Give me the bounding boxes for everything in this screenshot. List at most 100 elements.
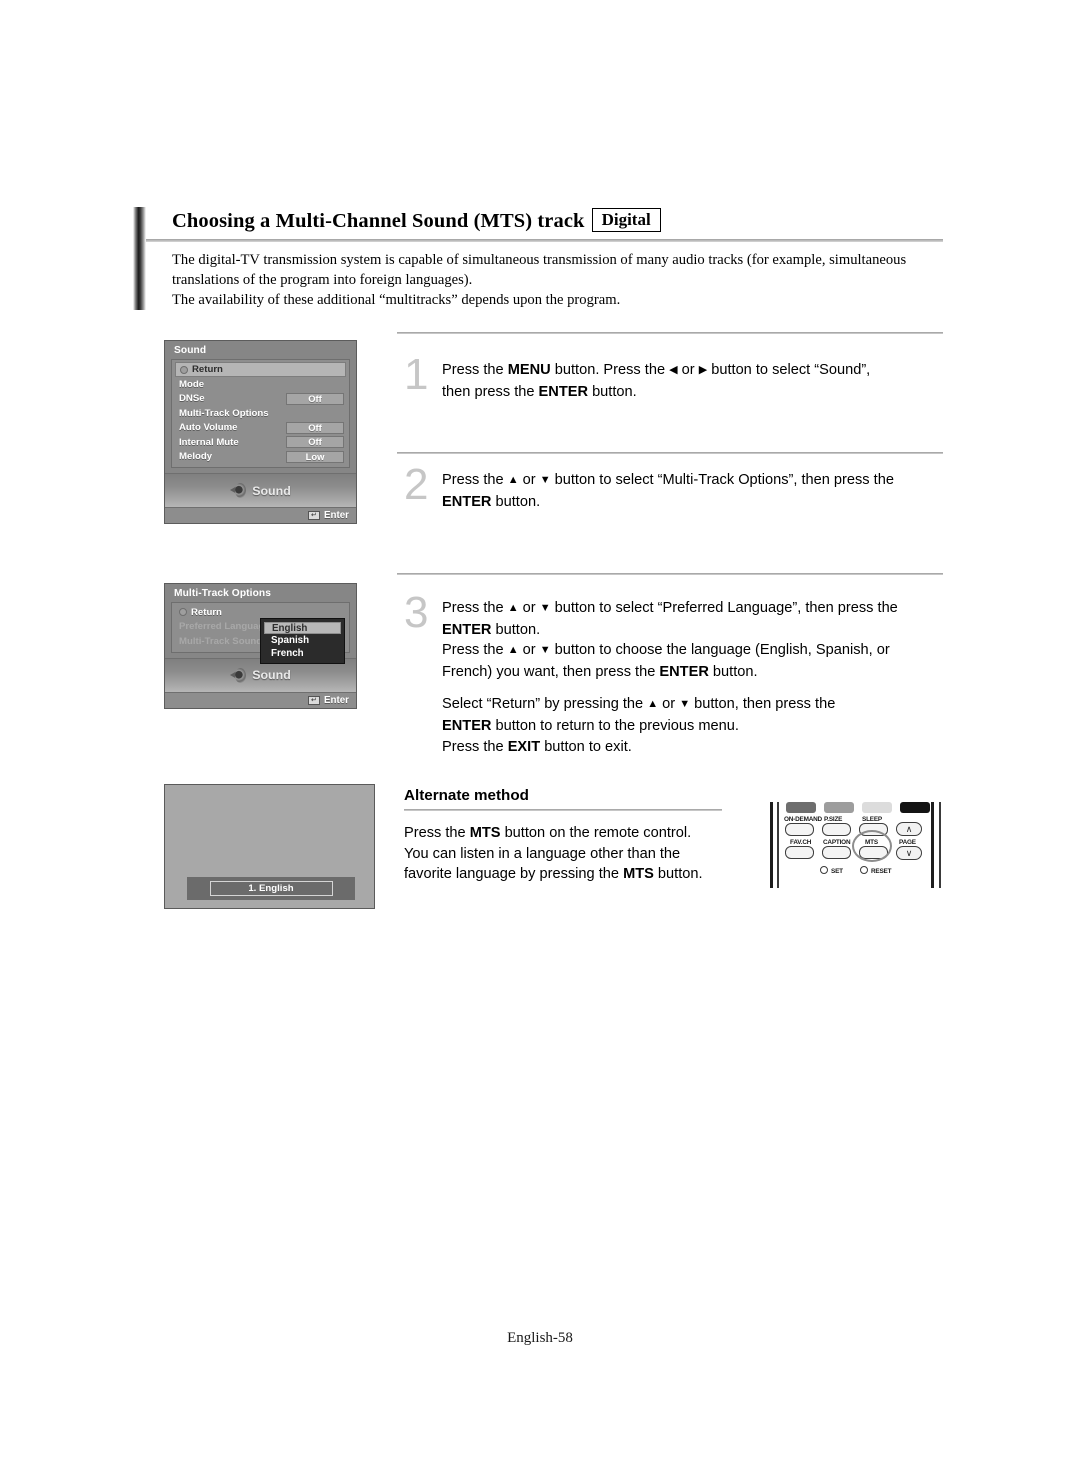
multitrack-menu-enter-label: Enter [323,694,349,706]
heading-accent-bar [133,207,146,310]
sound-menu-item[interactable]: Internal Mute Off [172,435,349,450]
direction-arrow-icon: ▲ [647,698,659,711]
multitrack-menu-screenshot: Multi-Track Options English Spanish French… [164,583,357,709]
remote-button-caption[interactable] [822,823,851,836]
remote-reset-indicator[interactable] [860,866,868,874]
language-option[interactable]: French [264,647,341,660]
remote-left-edge-inner [777,802,779,888]
multitrack-menu-item-label: Preferred Language [179,621,270,633]
remote-left-edge [770,802,773,888]
return-icon [179,608,187,617]
remote-button-page-up[interactable]: ∧ [896,822,922,836]
alternate-method-divider [404,809,722,811]
direction-arrow-icon: ▲ [507,644,519,657]
step-3-number: 3 [404,588,429,637]
body-text: button. Press the [550,362,670,378]
remote-label-set: SET [831,868,843,875]
speaker-icon [230,667,247,684]
body-text: button. [491,621,541,638]
remote-top-button[interactable] [900,802,930,813]
remote-top-button-row [786,802,930,813]
body-text: button. [708,663,758,680]
sound-menu-item-value[interactable]: Off [286,436,344,449]
text-line: Press the MTS button on the remote contr… [404,823,734,844]
text-line: Press the MENU button. Press the ◀ or ▶ … [442,360,870,382]
step-divider-top [397,332,943,334]
emphasis-text: ENTER [538,383,589,400]
sound-menu-item-value[interactable]: Off [286,421,344,434]
alternate-method-title: Alternate method [404,787,529,804]
intro-paragraph: The digital-TV transmission system is ca… [172,250,947,311]
remote-top-button[interactable] [786,802,816,813]
step-divider-2-3 [397,573,943,575]
language-dropdown[interactable]: English Spanish French [260,618,345,664]
body-text: French) you want, then press the [442,663,660,680]
text-line: then press the ENTER button. [442,382,870,403]
sound-menu-item-label: DNSe [179,393,205,405]
body-text: button on the remote control. [500,825,692,841]
emphasis-text: ENTER [442,621,492,638]
direction-arrow-icon: ▲ [507,602,519,614]
remote-top-button[interactable] [862,802,892,813]
body-text: button. [653,866,703,883]
remote-label-page: PAGE [899,839,916,846]
sound-menu-item-label: Mode [179,378,205,390]
sound-menu-item[interactable]: Mode [172,377,349,392]
alternate-method-text: Press the MTS button on the remote contr… [404,823,734,885]
sound-menu-item[interactable]: Melody Low [172,450,349,465]
text-line: Select “Return” by pressing the ▲ or ▼ b… [442,694,898,716]
multitrack-menu-item-label: Multi-Track Sound [179,635,263,647]
step-2-text: Press the ▲ or ▼ button to select “Multi… [442,468,894,512]
remote-button-fav-ch[interactable] [785,823,814,836]
body-text: Press the [442,642,508,659]
return-icon [180,365,188,374]
body-text: Select “Return” by pressing the [442,696,648,713]
body-text: Press the [442,472,508,488]
direction-arrow-icon: ▼ [539,602,551,614]
body-text: or [658,696,680,713]
sound-menu-item[interactable]: Return [175,362,346,377]
speaker-icon [230,482,247,499]
intro-line-3: The availability of these additional “mu… [172,292,621,309]
sound-menu-item[interactable]: Auto Volume Off [172,421,349,436]
sound-menu-footer-label: Sound [252,483,291,498]
body-text: then press the [442,383,539,400]
remote-button-caption-lower[interactable] [822,846,851,859]
body-text: button to select “Multi-Track Options”, … [550,472,894,488]
language-option[interactable]: Spanish [264,634,341,647]
step-3: 3 Press the ▲ or ▼ button to select “Pre… [404,588,949,757]
text-line: ENTER button. [442,620,898,641]
body-text: button to exit. [540,738,632,755]
sound-menu-item[interactable]: DNSe Off [172,392,349,407]
tv-screen-photo: 1. English [164,784,375,909]
sound-menu-item-value[interactable]: Low [286,450,344,463]
remote-label-on-demand: ON-DEMAND [784,816,822,823]
multitrack-menu-item-label: Return [191,606,222,618]
direction-arrow-icon: ▼ [679,698,691,711]
remote-set-indicator[interactable] [820,866,828,874]
body-text: Press the [404,825,470,841]
remote-button-page-down[interactable]: ∨ [896,846,922,860]
emphasis-text: MTS [469,825,501,841]
page-footer: English-58 [507,1330,573,1346]
step-1: 1 Press the MENU button. Press the ◀ or … [404,352,949,403]
body-text: button to select “Sound”, [707,362,871,378]
remote-top-button[interactable] [824,802,854,813]
body-text: button to choose the language (English, … [550,642,890,659]
alternate-method-section: Alternate method Press the MTS button on… [404,787,734,885]
emphasis-text: EXIT [507,738,541,755]
language-option[interactable]: English [264,622,341,634]
sound-menu-title: Sound [174,345,207,356]
text-line: ENTER button to return to the previous m… [442,716,898,737]
sound-menu-item-label: Multi-Track Options [179,407,269,419]
emphasis-text: MTS [623,866,654,883]
multitrack-menu-enter-bar: ↵ Enter [165,691,356,708]
sound-menu-item[interactable]: Multi-Track Options [172,406,349,421]
direction-arrow-icon: ▼ [539,644,551,657]
body-text: Press the [442,362,508,378]
text-line: French) you want, then press the ENTER b… [442,662,898,683]
sound-menu-item-value[interactable]: Off [286,392,344,405]
remote-label-p-size: P.SIZE [824,816,843,823]
text-line: ENTER button. [442,492,894,513]
remote-button-fav-ch-lower[interactable] [785,846,814,859]
